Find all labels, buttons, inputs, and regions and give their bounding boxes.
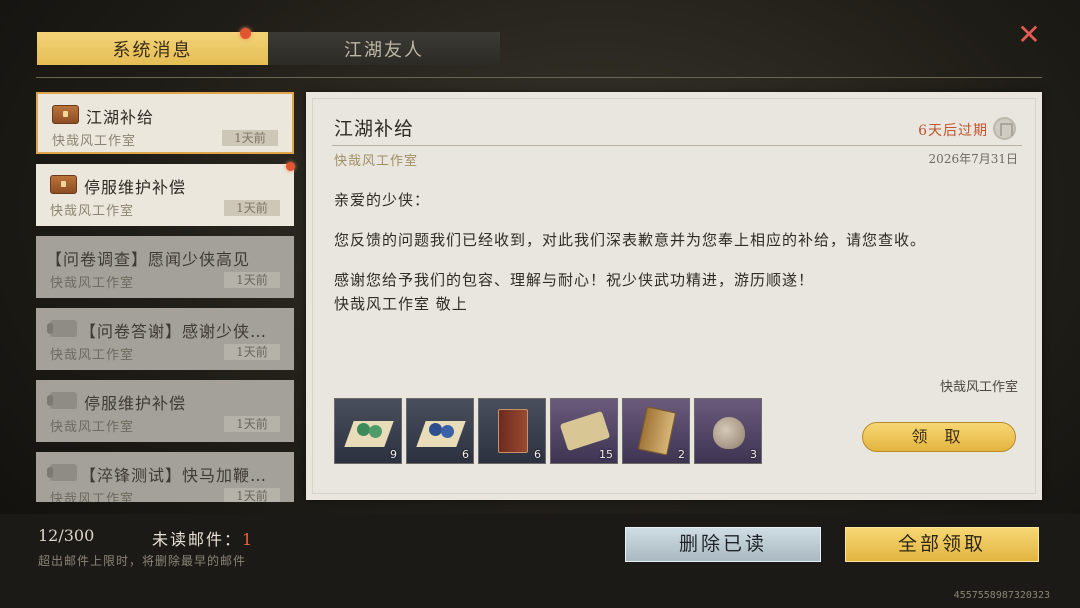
mail-sender: 快哉风工作室 — [50, 492, 135, 502]
letter-greeting: 亲爱的少侠： — [334, 191, 431, 209]
divider — [36, 77, 1042, 78]
mail-time: 1天前 — [222, 130, 278, 146]
letter-paragraph-1: 您反馈的问题我们已经收到，对此我们深表歉意并为您奉上相应的补给，请您查收。 — [334, 231, 927, 249]
mail-title: 【淬锋测试】快马加鞭… — [80, 466, 268, 485]
mail-sender: 快哉风工作室 — [50, 420, 135, 435]
delete-read-button[interactable]: 删除已读 — [625, 527, 821, 562]
mail-time: 1天前 — [224, 344, 280, 360]
letter-signature: 快哉风工作室 — [939, 380, 1018, 395]
opened-scroll-icon — [47, 392, 77, 409]
mail-item-6[interactable]: 【淬锋测试】快马加鞭… 快哉风工作室 1天前 — [36, 452, 294, 502]
tab-friends-label: 江湖友人 — [344, 39, 424, 61]
expire-text: 6天后过期 — [918, 123, 988, 139]
unread-mail-status: 未读邮件：1 — [152, 526, 254, 550]
reward-item-3[interactable]: 6 — [478, 398, 546, 464]
pouch-icon — [713, 417, 745, 449]
mail-item-5[interactable]: 停服维护补偿 快哉风工作室 1天前 — [36, 380, 294, 442]
letter-paragraph-2: 感谢您给予我们的包容、理解与耐心！祝少侠武功精进，游历顺遂！ — [334, 271, 815, 289]
expire-clock-icon — [993, 117, 1016, 140]
mail-item-2[interactable]: 停服维护补偿 快哉风工作室 1天前 — [36, 164, 294, 226]
chest-icon — [50, 175, 77, 194]
unread-count: 1 — [242, 530, 255, 549]
mail-title: 停服维护补偿 — [84, 178, 187, 197]
letter-sender: 快哉风工作室 — [334, 154, 419, 169]
mail-item-3[interactable]: 【问卷调查】愿闻少侠高见 快哉风工作室 1天前 — [36, 236, 294, 298]
user-id: 4557558987320323 — [953, 590, 1050, 601]
reward-count: 15 — [599, 448, 613, 461]
mail-list[interactable]: 江湖补给 快哉风工作室 1天前 停服维护补偿 快哉风工作室 1天前 【问卷调查】… — [36, 92, 296, 502]
mail-time: 1天前 — [224, 272, 280, 288]
manual-book-icon — [637, 406, 677, 456]
mail-item-4[interactable]: 【问卷答谢】感谢少侠… 快哉风工作室 1天前 — [36, 308, 294, 370]
martial-book-icon — [498, 409, 528, 453]
tab-friends[interactable]: 江湖友人 — [268, 32, 500, 65]
close-icon[interactable]: ✕ — [1014, 20, 1044, 50]
mail-item-1[interactable]: 江湖补给 快哉风工作室 1天前 — [36, 92, 294, 154]
tab-unread-dot — [240, 28, 251, 39]
mail-sender: 快哉风工作室 — [52, 134, 137, 149]
mail-count: 12/300 — [38, 526, 95, 545]
chest-icon — [52, 105, 79, 124]
mail-time: 1天前 — [224, 416, 280, 432]
mail-sender: 快哉风工作室 — [50, 348, 135, 363]
letter-date: 2026年7月31日 — [928, 152, 1018, 166]
mail-unread-dot — [286, 162, 295, 171]
mail-limit-tip: 超出邮件上限时，将删除最早的邮件 — [38, 554, 247, 568]
letter-title: 江湖补给 — [334, 118, 415, 140]
mail-title: 停服维护补偿 — [84, 394, 187, 413]
reward-count: 6 — [534, 448, 541, 461]
reward-item-2[interactable]: 6 — [406, 398, 474, 464]
mail-time: 1天前 — [224, 200, 280, 216]
opened-scroll-icon — [47, 464, 77, 481]
reward-count: 6 — [462, 448, 469, 461]
mail-time: 1天前 — [224, 488, 280, 502]
mail-title: 江湖补给 — [86, 108, 155, 127]
reward-item-4[interactable]: 15 — [550, 398, 618, 464]
unread-label: 未读邮件： — [152, 530, 243, 549]
mail-title: 【问卷调查】愿闻少侠高见 — [46, 250, 251, 269]
tab-system-label: 系统消息 — [112, 39, 193, 61]
reward-item-1[interactable]: 9 — [334, 398, 402, 464]
letter-divider — [332, 145, 1022, 146]
scroll-icon — [559, 410, 611, 452]
letter-panel: 江湖补给 6天后过期 快哉风工作室 2026年7月31日 亲爱的少侠： 您反馈的… — [306, 92, 1042, 500]
tab-system-messages[interactable]: 系统消息 — [37, 32, 268, 65]
opened-scroll-icon — [47, 320, 77, 337]
letter-paragraph-3: 快哉风工作室 敬上 — [334, 295, 468, 313]
letter-body: 亲爱的少侠： 您反馈的问题我们已经收到，对此我们深表歉意并为您奉上相应的补给，请… — [334, 188, 1018, 316]
reward-item-5[interactable]: 2 — [622, 398, 690, 464]
reward-count: 2 — [678, 448, 685, 461]
reward-count: 9 — [390, 448, 397, 461]
mail-sender: 快哉风工作室 — [50, 204, 135, 219]
reward-count: 3 — [750, 448, 757, 461]
reward-item-6[interactable]: 3 — [694, 398, 762, 464]
claim-all-button[interactable]: 全部领取 — [845, 527, 1039, 562]
mail-title: 【问卷答谢】感谢少侠… — [80, 322, 268, 341]
mail-sender: 快哉风工作室 — [50, 276, 135, 291]
claim-button[interactable]: 领 取 — [862, 422, 1016, 452]
